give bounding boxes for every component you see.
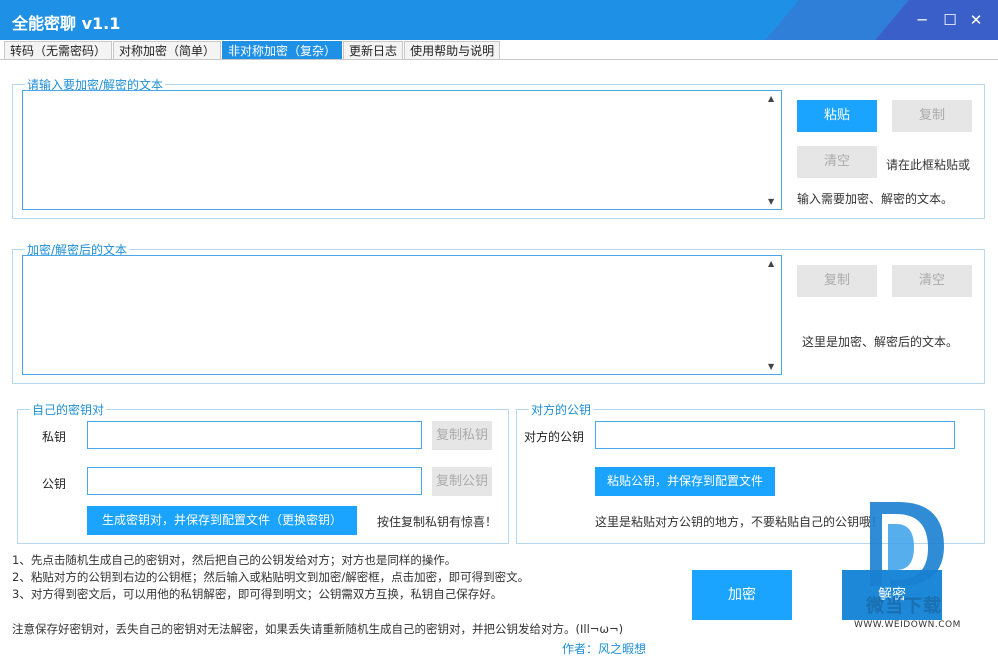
- input-hint-2: 输入需要加密、解密的文本。: [797, 192, 954, 206]
- paste-button[interactable]: 粘贴: [797, 100, 877, 132]
- input-scrollbar[interactable]: ▲ ▼: [765, 91, 781, 209]
- scroll-up-icon[interactable]: ▲: [768, 94, 774, 103]
- generate-keypair-button[interactable]: 生成密钥对，并保存到配置文件（更换密钥）: [87, 506, 357, 535]
- tab-changelog[interactable]: 更新日志: [343, 41, 404, 60]
- peer-publickey-legend: 对方的公钥: [531, 403, 592, 417]
- author-credit: 作者：风之暇想: [562, 642, 647, 656]
- instruction-2: 2、粘贴对方的公钥到右边的公钥框；然后输入或粘贴明文到加密/解密框，点击加密，即…: [12, 570, 530, 584]
- peer-key-input[interactable]: [595, 421, 955, 449]
- tab-help[interactable]: 使用帮助与说明: [404, 41, 501, 60]
- private-key-label: 私钥: [42, 430, 67, 444]
- copy-public-key-button[interactable]: 复制公钥: [432, 467, 492, 496]
- instruction-3: 3、对方得到密文后，可以用他的私钥解密，即可得到明文；公钥需双方互换，私钥自己保…: [12, 587, 503, 601]
- input-hint-1: 请在此框粘贴或: [886, 158, 971, 172]
- weidown-watermark: 微当下载 WWW.WEIDOWN.COM: [848, 496, 978, 636]
- clear-output-button[interactable]: 清空: [892, 265, 972, 297]
- weidown-logo-icon: [870, 502, 944, 586]
- maximize-icon[interactable]: ☐: [940, 10, 960, 30]
- public-key-label: 公钥: [42, 477, 67, 491]
- tab-bar: 转码（无需密码） 对称加密（简单） 非对称加密（复杂） 更新日志 使用帮助与说明: [4, 41, 501, 60]
- public-key-input[interactable]: [87, 467, 422, 495]
- peer-key-label: 对方的公钥: [524, 430, 585, 444]
- scroll-up-icon[interactable]: ▲: [768, 259, 774, 268]
- title-bar: 全能密聊 v1.1 ─ ☐ ✕: [0, 0, 998, 40]
- output-scrollbar[interactable]: ▲ ▼: [765, 256, 781, 374]
- scroll-down-icon[interactable]: ▼: [768, 362, 774, 371]
- warning-note: 注意保存好密钥对，丢失自己的密钥对无法解密，如果丢失请重新随机生成自己的密钥对，…: [12, 622, 624, 636]
- encrypt-button[interactable]: 加密: [692, 570, 792, 620]
- watermark-text: 微当下载: [866, 596, 942, 617]
- instruction-1: 1、先点击随机生成自己的密钥对，然后把自己的公钥发给对方；对方也是同样的操作。: [12, 553, 457, 567]
- tab-divider: [0, 59, 998, 60]
- tab-symmetric[interactable]: 对称加密（简单）: [113, 41, 222, 60]
- own-keypair-legend: 自己的密钥对: [32, 403, 105, 417]
- tab-asymmetric[interactable]: 非对称加密（复杂）: [222, 41, 343, 60]
- copy-private-key-button[interactable]: 复制私钥: [432, 421, 492, 450]
- minimize-icon[interactable]: ─: [912, 10, 932, 30]
- clear-input-button[interactable]: 清空: [797, 146, 877, 178]
- close-icon[interactable]: ✕: [966, 10, 986, 30]
- watermark-url: WWW.WEIDOWN.COM: [854, 620, 961, 630]
- peer-key-hint: 这里是粘贴对方公钥的地方，不要粘贴自己的公钥哦！: [595, 515, 884, 529]
- output-hint: 这里是加密、解密后的文本。: [802, 335, 959, 349]
- input-textarea[interactable]: ▲ ▼: [22, 90, 782, 210]
- copy-input-button[interactable]: 复制: [892, 100, 972, 132]
- output-textarea[interactable]: ▲ ▼: [22, 255, 782, 375]
- tab-transcode[interactable]: 转码（无需密码）: [4, 41, 113, 60]
- paste-peer-key-button[interactable]: 粘贴公钥，并保存到配置文件: [595, 467, 775, 496]
- copy-private-hint: 按住复制私钥有惊喜！: [377, 515, 498, 529]
- private-key-input[interactable]: [87, 421, 422, 449]
- copy-output-button[interactable]: 复制: [797, 265, 877, 297]
- window-title: 全能密聊 v1.1: [12, 14, 121, 33]
- scroll-down-icon[interactable]: ▼: [768, 197, 774, 206]
